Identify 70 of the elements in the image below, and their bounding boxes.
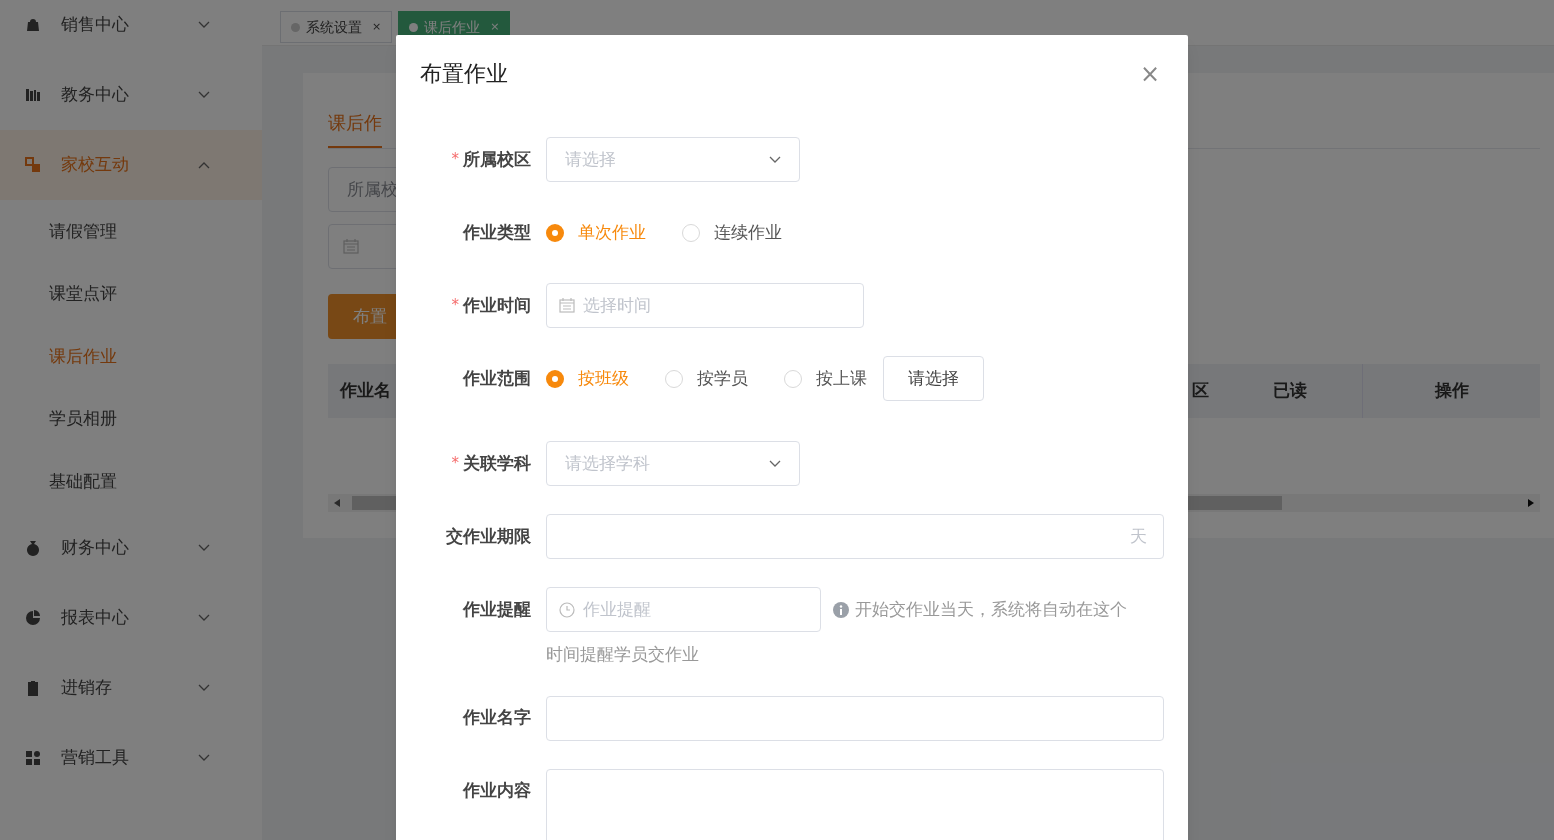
scroll-right-icon[interactable] [1528, 499, 1534, 507]
pie-chart-icon [25, 609, 41, 626]
column-header: 操作 [1434, 379, 1469, 403]
field-label: 交作业期限 [446, 524, 531, 548]
radio-option[interactable]: 单次作业 [546, 219, 646, 246]
chevron-down-icon [769, 459, 781, 468]
sidebar-item[interactable]: 财务中心 [0, 512, 262, 583]
chevron-down-icon [198, 683, 210, 692]
submenu-item[interactable]: 请假管理 [0, 200, 262, 263]
sidebar-item[interactable]: 报表中心 [0, 582, 262, 653]
chevron-down-icon [198, 753, 210, 762]
field-label: 所属校区 [463, 147, 531, 171]
close-icon[interactable]: × [1139, 61, 1160, 86]
clipboard-icon [25, 679, 41, 696]
squares-icon [25, 157, 41, 173]
field-label: 作业类型 [463, 220, 531, 244]
chevron-up-icon [198, 161, 210, 169]
required-mark: * [451, 453, 459, 475]
close-icon[interactable]: × [372, 18, 382, 36]
money-bag-icon [25, 539, 41, 556]
column-header: 区 [1192, 379, 1209, 403]
content-tab[interactable]: 课后作 [328, 109, 382, 148]
radio-option[interactable]: 连续作业 [682, 219, 782, 246]
field-label: 作业名字 [463, 706, 531, 730]
sidebar-item[interactable]: 教务中心 [0, 60, 262, 130]
close-icon[interactable]: × [490, 18, 500, 36]
submenu-item[interactable]: 基础配置 [0, 450, 262, 513]
chevron-down-icon [198, 613, 210, 622]
books-icon [25, 87, 41, 103]
radio-option[interactable]: 按班级 [546, 365, 629, 392]
scroll-left-icon[interactable] [334, 499, 340, 507]
sidebar-item[interactable]: 销售中心 [0, 0, 262, 60]
bag-icon [25, 17, 41, 33]
required-mark: * [451, 149, 459, 171]
field-label: 作业内容 [463, 779, 531, 803]
chevron-down-icon [198, 21, 210, 29]
sidebar-item[interactable]: 营销工具 [0, 722, 262, 793]
required-mark: * [451, 295, 459, 317]
field-label: 关联学科 [463, 451, 531, 475]
field-label: 作业范围 [463, 366, 531, 390]
chevron-down-icon [769, 155, 781, 164]
dialog-title: 布置作业 [420, 60, 508, 88]
time-input[interactable]: 作业提醒 [583, 596, 808, 623]
column-header: 作业名 [340, 379, 391, 403]
calendar-icon [559, 298, 575, 313]
time-field[interactable]: 作业提醒 [546, 587, 821, 632]
help-text: 开始交作业当天，系统将自动在这个 [855, 597, 1127, 621]
radio-option[interactable]: 按学员 [665, 365, 748, 392]
date-field[interactable]: 选择时间 [546, 283, 864, 328]
calendar-icon [343, 239, 359, 254]
choose-button[interactable]: 请选择 [883, 356, 984, 401]
info-icon [833, 601, 849, 618]
name-field[interactable] [546, 695, 1164, 741]
submenu-item[interactable]: 课后作业 [0, 325, 262, 388]
chevron-down-icon [198, 543, 210, 552]
column-header: 已读 [1273, 379, 1307, 403]
field-label: 作业时间 [463, 293, 531, 317]
sidebar-item[interactable]: 进销存 [0, 652, 262, 723]
date-input[interactable]: 选择时间 [583, 292, 851, 319]
help-text: 时间提醒学员交作业 [546, 643, 700, 666]
content-field[interactable] [546, 768, 1164, 840]
grid-icon [25, 749, 41, 766]
radio-option[interactable]: 按上课 [784, 365, 867, 392]
submenu-item[interactable]: 课堂点评 [0, 262, 262, 325]
field-label: 作业提醒 [463, 597, 531, 621]
sidebar-item[interactable]: 家校互动 [0, 130, 262, 200]
page-tab[interactable]: 系统设置 × [280, 11, 393, 43]
submenu-item[interactable]: 学员相册 [0, 387, 262, 450]
clock-icon [559, 601, 575, 618]
chevron-down-icon [198, 91, 210, 99]
